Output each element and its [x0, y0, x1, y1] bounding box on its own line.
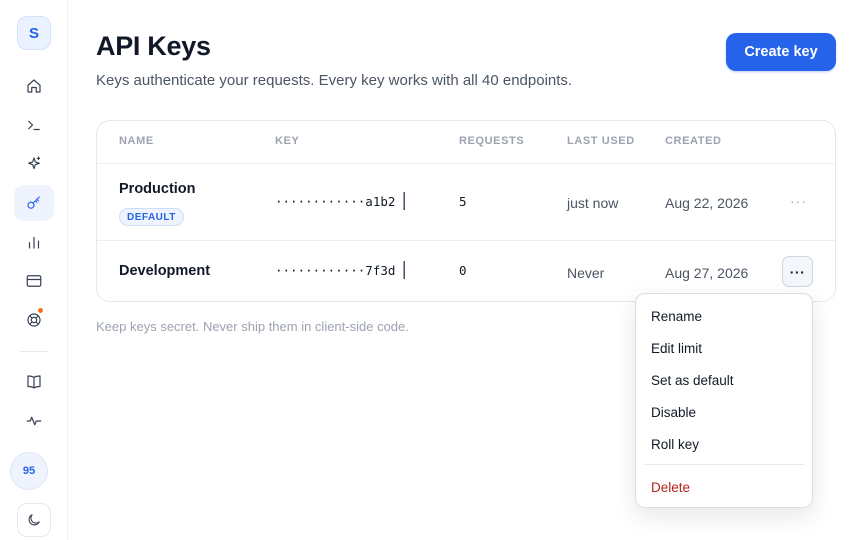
sidebar-item-docs[interactable]	[14, 364, 54, 400]
column-header-key: KEY	[275, 135, 300, 147]
bar-chart-icon	[28, 236, 40, 249]
menu-item-roll-key[interactable]: Roll key	[651, 437, 699, 452]
security-note: Keep keys secret. Never ship them in cli…	[96, 319, 409, 334]
sidebar-item-ai[interactable]	[14, 146, 54, 182]
request-count: 0	[459, 263, 467, 278]
key-icon	[27, 196, 40, 209]
terminal-icon	[28, 120, 40, 131]
masked-key-text: ············a1b2	[275, 193, 396, 209]
masked-key[interactable]: ············a1b2	[275, 192, 406, 210]
row-divider	[97, 240, 835, 241]
moon-icon	[28, 514, 40, 526]
book-icon	[27, 375, 41, 389]
masked-key-text: ············7f3d	[275, 262, 396, 278]
menu-item-disable[interactable]: Disable	[651, 405, 696, 420]
page-subtitle: Keys authenticate your requests. Every k…	[96, 72, 573, 89]
notification-dot	[37, 307, 44, 314]
create-key-button[interactable]: Create key	[726, 33, 836, 71]
header-divider	[97, 163, 835, 164]
copy-key-handle[interactable]	[403, 192, 406, 210]
created-date: Aug 22, 2026	[665, 195, 749, 211]
column-header-requests: REQUESTS	[459, 135, 525, 147]
api-keys-table: NAME KEY REQUESTS LAST USED CREATED Prod…	[96, 120, 836, 302]
theme-toggle-button[interactable]	[17, 503, 51, 537]
key-name: Production	[119, 181, 196, 197]
score-badge[interactable]: 95	[10, 452, 48, 490]
page-title: API Keys	[96, 31, 211, 61]
menu-divider	[645, 464, 804, 465]
column-header-name: NAME	[119, 135, 154, 147]
sidebar-item-billing[interactable]	[14, 263, 54, 299]
menu-item-rename[interactable]: Rename	[651, 309, 702, 324]
row-actions-button[interactable]: ···	[790, 193, 807, 209]
menu-item-set-default[interactable]: Set as default	[651, 373, 734, 388]
sidebar-item-usage[interactable]	[14, 224, 54, 260]
masked-key[interactable]: ············7f3d	[275, 261, 406, 279]
sidebar-divider	[20, 351, 48, 352]
sidebar-item-support[interactable]	[14, 302, 54, 338]
activity-icon	[26, 416, 42, 426]
sparkle-icon	[28, 156, 41, 170]
row-actions-menu: Rename Edit limit Set as default Disable…	[635, 293, 813, 508]
column-header-last-used: LAST USED	[567, 135, 635, 147]
sidebar-item-api-keys[interactable]	[14, 185, 54, 221]
sidebar-item-home[interactable]	[14, 68, 54, 104]
sidebar: S 95	[0, 0, 68, 540]
home-icon	[27, 79, 41, 93]
sidebar-item-status[interactable]	[14, 403, 54, 439]
request-count: 5	[459, 194, 467, 209]
copy-key-handle[interactable]	[403, 261, 406, 279]
column-header-created: CREATED	[665, 135, 722, 147]
menu-item-delete[interactable]: Delete	[651, 480, 690, 495]
last-used: just now	[567, 195, 619, 211]
credit-card-icon	[26, 275, 42, 287]
menu-item-edit-limit[interactable]: Edit limit	[651, 341, 702, 356]
key-name: Development	[119, 263, 211, 279]
row-actions-button[interactable]: ···	[782, 256, 813, 287]
created-date: Aug 27, 2026	[665, 265, 749, 281]
workspace-avatar[interactable]: S	[17, 16, 51, 50]
sidebar-item-terminal[interactable]	[14, 107, 54, 143]
default-badge: DEFAULT	[119, 208, 184, 226]
last-used: Never	[567, 265, 605, 281]
